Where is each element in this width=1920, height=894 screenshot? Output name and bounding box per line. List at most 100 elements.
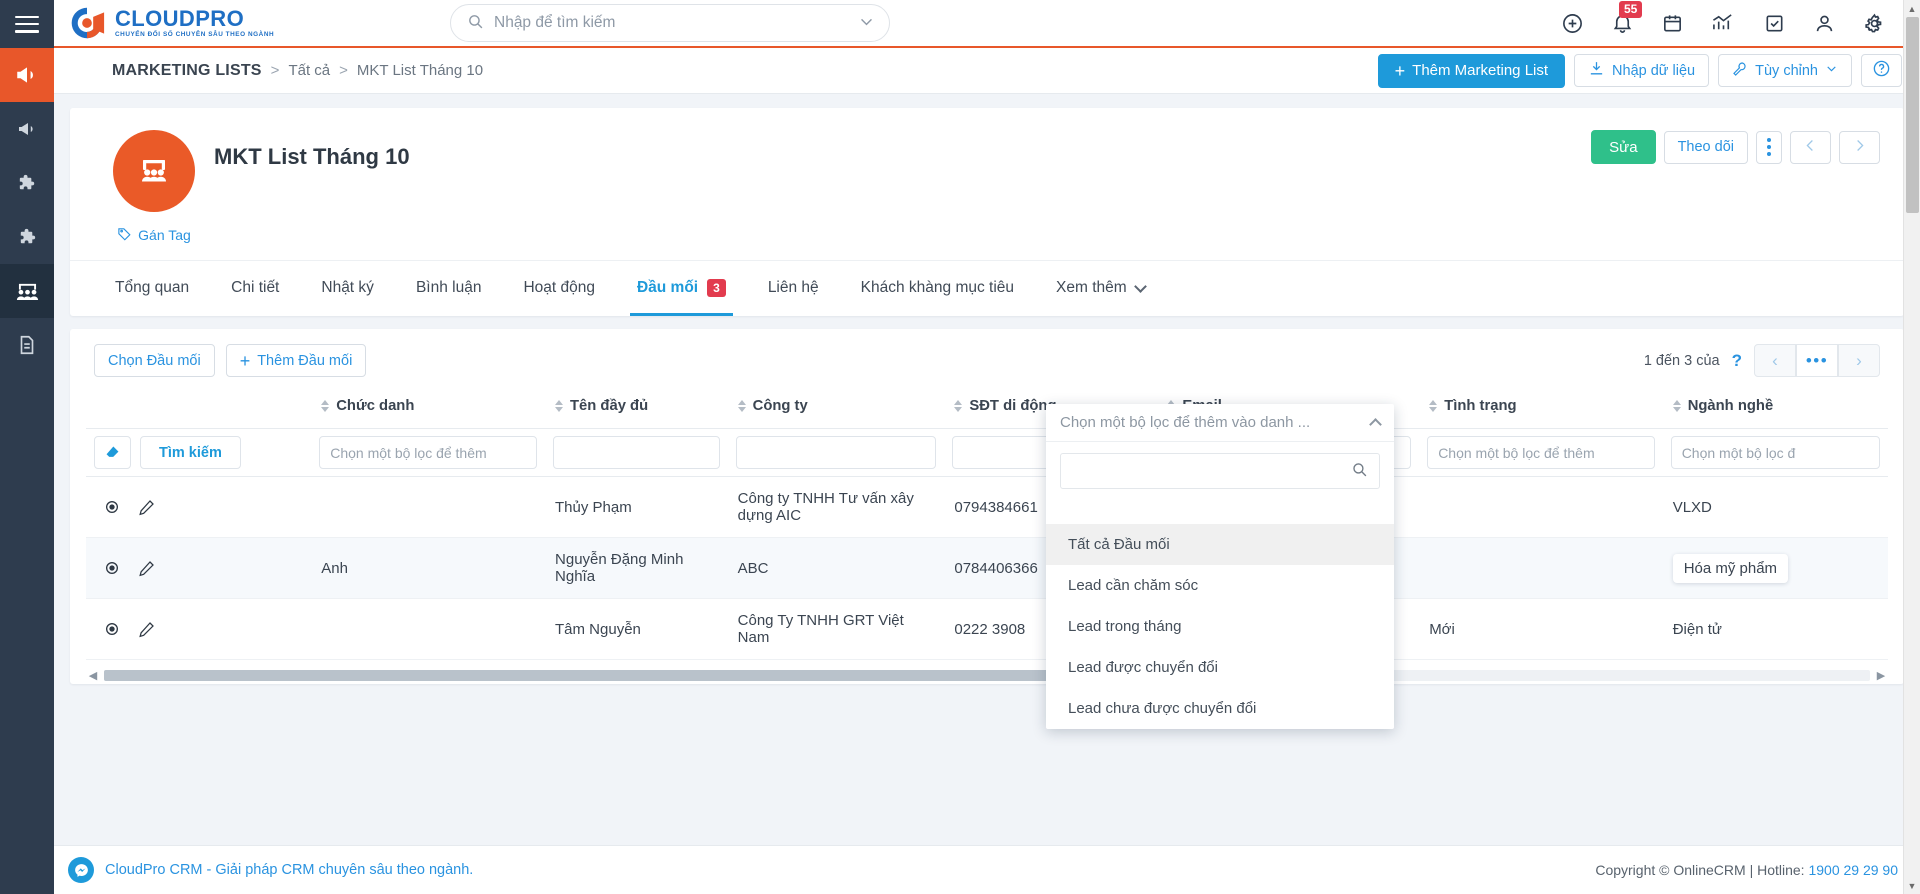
record-header: Gán Tag MKT List Tháng 10 Sửa Theo dõi — [70, 108, 1904, 260]
customize-button[interactable]: Tùy chỉnh — [1718, 54, 1852, 87]
chevron-down-icon[interactable] — [858, 13, 875, 34]
checkbox-icon[interactable] — [1763, 12, 1786, 35]
filter-input-2[interactable] — [553, 436, 720, 469]
eye-icon[interactable] — [102, 497, 122, 517]
sort-icon[interactable] — [321, 400, 330, 412]
brand-logo[interactable]: CLOUDPRO CHUYỂN ĐỔI SỐ CHUYÊN SÂU THEO N… — [68, 4, 304, 42]
search-button[interactable]: Tìm kiếm — [140, 436, 241, 469]
pencil-icon[interactable] — [137, 498, 156, 517]
bell-icon[interactable]: 55 — [1611, 0, 1643, 35]
sort-icon[interactable] — [737, 400, 746, 412]
sort-icon[interactable] — [1429, 400, 1438, 412]
hamburger-icon[interactable] — [15, 15, 39, 33]
tab-2[interactable]: Nhật ký — [300, 260, 395, 316]
rail-item-documents[interactable] — [0, 318, 54, 372]
rail-item-puzzle-alt[interactable] — [0, 210, 54, 264]
pagination-more-button[interactable]: ••• — [1796, 344, 1838, 377]
column-header-3[interactable]: Công ty — [727, 390, 945, 429]
rail-item-megaphone[interactable] — [0, 48, 54, 102]
user-icon[interactable] — [1813, 12, 1836, 35]
hscroll-track[interactable] — [104, 669, 1870, 681]
prev-record-button[interactable] — [1790, 130, 1831, 164]
next-record-button[interactable] — [1839, 130, 1880, 164]
more-actions-button[interactable] — [1756, 130, 1782, 164]
column-header-1[interactable]: Chức danh — [311, 390, 546, 429]
tab-6[interactable]: Liên hệ — [747, 260, 840, 316]
filter-option-4[interactable]: Lead chưa được chuyển đổi — [1046, 688, 1394, 729]
horizontal-scrollbar[interactable]: ◀ ▶ — [80, 666, 1894, 684]
rail-item-megaphone-alt[interactable] — [0, 102, 54, 156]
sort-icon[interactable] — [954, 400, 963, 412]
breadcrumb-module[interactable]: MARKETING LISTS — [112, 62, 262, 80]
pencil-icon[interactable] — [137, 559, 156, 578]
megaphone-alt-icon — [15, 117, 39, 141]
page-scroll-up-arrow[interactable]: ▲ — [1904, 0, 1920, 17]
gear-icon[interactable] — [1863, 12, 1886, 35]
eye-icon[interactable] — [102, 619, 122, 639]
column-header-6[interactable]: Tình trạng — [1419, 390, 1663, 429]
chevron-up-icon[interactable] — [1369, 418, 1382, 431]
tab-7[interactable]: Khách khàng mục tiêu — [840, 260, 1035, 316]
filter-option-1[interactable]: Lead cần chăm sóc — [1046, 565, 1394, 606]
filter-input-6[interactable]: Chọn một bộ lọc để thêm — [1427, 436, 1655, 469]
eye-icon[interactable] — [102, 558, 122, 578]
tab-0[interactable]: Tổng quan — [94, 260, 210, 316]
sort-icon[interactable] — [555, 400, 564, 412]
filter-search-input[interactable] — [1060, 453, 1380, 489]
rail-item-puzzle[interactable] — [0, 156, 54, 210]
messenger-icon[interactable] — [68, 857, 94, 883]
hscroll-right-arrow[interactable]: ▶ — [1874, 669, 1888, 682]
table-row[interactable]: Tâm Nguyễn Công Ty TNHH GRT Việt Nam 0222 … — [86, 598, 1888, 660]
filter-input-3[interactable] — [735, 436, 937, 469]
filter-input-7[interactable]: Chọn một bộ lọc đ — [1670, 436, 1880, 469]
footer-link[interactable]: CloudPro CRM - Giải pháp CRM chuyên sâu … — [105, 862, 473, 878]
filter-option-2[interactable]: Lead trong tháng — [1046, 606, 1394, 647]
menu-toggle[interactable] — [0, 0, 54, 48]
column-header-2[interactable]: Tên đầy đủ — [545, 390, 728, 429]
top-bar-icons: 55 — [1561, 0, 1902, 35]
page-scroll-thumb[interactable] — [1905, 17, 1919, 213]
select-lead-button[interactable]: Chọn Đầu mối — [94, 344, 215, 377]
filter-input-1[interactable]: Chọn một bộ lọc để thêm — [319, 436, 538, 469]
edit-button[interactable]: Sửa — [1591, 130, 1656, 164]
filter-option-3[interactable]: Lead được chuyển đổi — [1046, 647, 1394, 688]
add-marketing-list-button[interactable]: + Thêm Marketing List — [1377, 53, 1566, 88]
chart-icon[interactable] — [1711, 12, 1736, 35]
eraser-icon[interactable] — [94, 436, 131, 469]
tab-4[interactable]: Hoạt động — [502, 260, 616, 316]
plus-circle-icon[interactable] — [1561, 12, 1584, 35]
people-icon — [14, 278, 41, 305]
sort-icon[interactable] — [1672, 400, 1681, 412]
filter-option-0[interactable]: Tất cả Đầu mối — [1046, 524, 1394, 565]
page-scroll-down-arrow[interactable]: ▼ — [1904, 877, 1920, 894]
table-row[interactable]: Thủy Phạm Công ty TNHH Tư vấn xây dựng AI… — [86, 476, 1888, 538]
add-lead-button[interactable]: + Thêm Đầu mối — [225, 344, 367, 377]
brand-name: CLOUDPRO — [115, 5, 245, 31]
cell-chuc_danh — [311, 476, 546, 538]
filter-dropdown-header[interactable]: Chọn một bộ lọc để thêm vào danh ... — [1046, 404, 1394, 442]
pagination-help-icon[interactable]: ? — [1732, 351, 1742, 371]
hscroll-left-arrow[interactable]: ◀ — [86, 669, 100, 682]
follow-button[interactable]: Theo dõi — [1663, 130, 1748, 164]
pagination-next-button[interactable]: › — [1838, 344, 1880, 377]
import-data-button[interactable]: Nhập dữ liệu — [1574, 54, 1710, 87]
rail-item-marketing-lists[interactable] — [0, 264, 54, 318]
column-header-7[interactable]: Ngành nghề — [1662, 390, 1888, 429]
calendar-icon[interactable] — [1661, 12, 1684, 35]
tab-8[interactable]: Xem thêm — [1035, 260, 1166, 316]
tab-3[interactable]: Bình luận — [395, 260, 503, 316]
page-scrollbar[interactable]: ▲ ▼ — [1903, 0, 1920, 894]
assign-tag-link[interactable]: Gán Tag — [117, 226, 191, 244]
page-scroll-track[interactable] — [1904, 17, 1920, 877]
tab-5[interactable]: Đầu mối 3 — [616, 260, 747, 316]
content-scroll-area: Gán Tag MKT List Tháng 10 Sửa Theo dõi T… — [54, 94, 1920, 845]
help-button[interactable] — [1861, 54, 1902, 87]
tab-1[interactable]: Chi tiết — [210, 260, 300, 316]
search-input[interactable]: Nhập để tìm kiếm — [450, 4, 890, 42]
breadcrumb-parent[interactable]: Tất cả — [288, 62, 330, 79]
pagination-prev-button[interactable]: ‹ — [1754, 344, 1796, 377]
hotline-link[interactable]: 1900 29 29 90 — [1808, 862, 1898, 878]
pencil-icon[interactable] — [137, 620, 156, 639]
table-row[interactable]: Anh Nguyễn Đặng Minh Nghĩa ABC 0784406366 Hó… — [86, 537, 1888, 599]
chevron-down-icon[interactable] — [1133, 280, 1147, 293]
